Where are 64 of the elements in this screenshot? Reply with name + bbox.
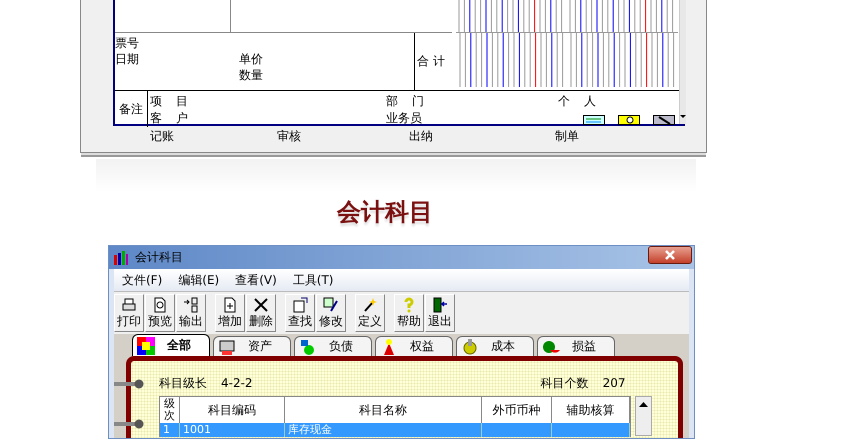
toolbar-icon [292,297,308,313]
table-cell: 库存现金 [288,423,332,436]
note-icon [583,115,605,125]
scroll-up-icon [639,402,648,407]
level-label: 科目级长 [159,374,207,392]
menu-item[interactable]: 文件(F) [114,272,170,288]
field-label: 业务员 [386,110,423,127]
table-cell: 1 [163,423,170,436]
field-label: 单价 [239,51,263,67]
tab-icon [137,336,155,354]
close-icon [665,250,675,260]
signature-label: 制单 [555,128,579,145]
page-heading: 会计科目 [337,196,433,228]
toolbar-icon [253,297,269,313]
toolbar-icon [362,297,378,313]
tab[interactable]: 成本 [456,336,534,356]
toolbar-icon [432,297,448,313]
field-label: 数量 [239,67,263,83]
table-cell: 1001 [183,423,211,436]
window-title: 会计科目 [135,249,184,266]
toolbar-icon [152,297,168,313]
scrollbar[interactable] [679,0,686,124]
tab[interactable]: 权益 [375,336,453,356]
toolbar-icon [183,297,199,313]
signature-label: 记账 [150,128,174,145]
tab[interactable]: 损益 [537,336,615,356]
menu-item[interactable]: 编辑(E) [170,272,228,288]
toolbar-button[interactable]: 帮助 [394,294,424,332]
field-label: 项 目 [150,93,189,110]
books-icon [113,250,129,266]
field-label: 客 户 [150,110,189,127]
toolbar-button[interactable]: 修改 [316,294,346,332]
tab[interactable]: 负债 [294,336,372,356]
close-button[interactable] [648,246,692,264]
total-label: 合 计 [417,53,445,70]
count-label: 科目个数 [540,374,589,392]
toolbar-button[interactable]: 删除 [246,294,276,332]
signature-label: 出纳 [409,128,433,145]
toolbar-icon [121,297,137,313]
tab-icon [461,338,479,356]
level-value: 4-2-2 [221,376,253,390]
remarks-label: 备注 [119,100,143,118]
field-label: 部 门 [386,93,425,110]
toolbar-button[interactable]: 增加 [215,294,245,332]
toolbar-button[interactable]: 打印 [114,294,144,332]
toolbar-icon [323,297,339,313]
scrollbar[interactable] [635,396,652,436]
menu-item[interactable]: 查看(V) [227,272,285,288]
toolbar-button[interactable]: 预览 [145,294,175,332]
toolbar-button[interactable]: 退出 [425,294,455,332]
menu-item[interactable]: 工具(T) [284,272,342,288]
field-label: 票号 [115,35,139,51]
toolbar-icon [222,297,238,313]
toolbar-button[interactable]: 查找 [285,294,315,332]
field-label: 个 人 [558,93,596,110]
count-value: 207 [602,376,626,390]
tab[interactable]: 全部 [132,334,210,356]
field-label: 日期 [115,51,139,67]
tab-icon [218,338,236,356]
toolbar-button[interactable]: 定义 [355,294,385,332]
tab[interactable]: 资产 [213,336,291,356]
tab-icon [299,338,317,356]
signature-label: 审核 [277,128,301,145]
toolbar-button[interactable]: 输出 [176,294,206,332]
